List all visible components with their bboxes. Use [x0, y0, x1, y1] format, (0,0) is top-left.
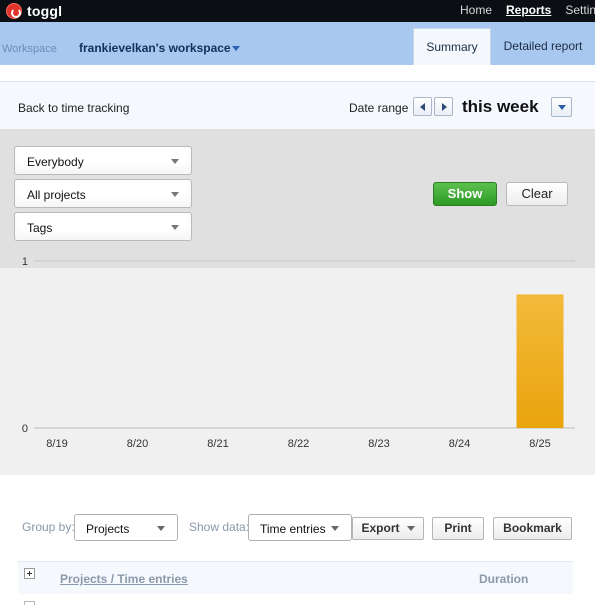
- x-tick-label: 8/25: [529, 438, 550, 450]
- chart-bar: [208, 427, 228, 428]
- nav-home-link[interactable]: Home: [460, 3, 492, 17]
- user-filter-value: Everybody: [27, 155, 84, 169]
- nav-settings-link[interactable]: Settin: [565, 3, 595, 17]
- show-data-label: Show data:: [189, 520, 250, 534]
- chevron-down-icon: [171, 159, 179, 164]
- next-period-button[interactable]: [434, 97, 453, 116]
- previous-period-button[interactable]: [413, 97, 432, 116]
- expand-all-icon[interactable]: [24, 568, 35, 579]
- report-controls: Group by: Projects Show data: Time entri…: [0, 475, 595, 605]
- group-by-label: Group by:: [22, 520, 75, 534]
- chart-bar: [288, 427, 309, 428]
- export-button[interactable]: Export: [352, 517, 424, 540]
- chart-bar: [47, 427, 67, 428]
- x-tick-label: 8/23: [368, 438, 389, 450]
- chart-bar: [449, 427, 470, 428]
- x-tick-label: 8/21: [207, 438, 228, 450]
- chevron-down-icon: [171, 225, 179, 230]
- chevron-down-icon: [157, 526, 165, 531]
- tag-filter-select[interactable]: Tags: [14, 212, 192, 241]
- tag-filter-value: Tags: [27, 221, 53, 235]
- current-period: this week: [462, 97, 539, 116]
- bar-chart: 0 1 8/19 8/20 8/21 8/22 8/23 8/24 8/25: [22, 256, 575, 450]
- x-tick-label: 8/20: [127, 438, 148, 450]
- table-row: [24, 601, 35, 605]
- y-tick-label: 1: [22, 256, 28, 268]
- toggl-logo-icon: [6, 3, 22, 19]
- top-nav: Home Reports Settin: [460, 3, 595, 17]
- logo-text: toggl: [27, 3, 63, 19]
- project-filter-select[interactable]: All projects: [14, 179, 192, 208]
- workspace-bar: Workspace frankievelkan's workspace Summ…: [0, 22, 595, 65]
- tab-detailed-report[interactable]: Detailed report: [491, 28, 595, 65]
- chevron-down-icon: [331, 526, 339, 531]
- chevron-down-icon: [171, 192, 179, 197]
- show-data-value: Time entries: [260, 522, 326, 536]
- show-button[interactable]: Show: [433, 182, 497, 206]
- show-data-select[interactable]: Time entries: [248, 514, 352, 541]
- arrow-left-icon: [420, 103, 425, 111]
- group-by-select[interactable]: Projects: [74, 514, 178, 541]
- x-tick-label: 8/22: [288, 438, 309, 450]
- chart-bar: [369, 427, 389, 428]
- export-label: Export: [361, 521, 400, 535]
- nav-reports-link[interactable]: Reports: [506, 3, 551, 17]
- date-range-dropdown-button[interactable]: [551, 97, 572, 117]
- x-tick-label: 8/24: [449, 438, 470, 450]
- print-button[interactable]: Print: [432, 517, 484, 540]
- top-navbar: toggl Home Reports Settin: [0, 0, 595, 22]
- workspace-selector[interactable]: frankievelkan's workspace: [79, 41, 231, 55]
- report-toolbar: Back to time tracking Date range this we…: [0, 81, 595, 129]
- column-header-projects[interactable]: Projects / Time entries: [60, 572, 188, 586]
- column-header-duration: Duration: [479, 572, 529, 586]
- user-filter-select[interactable]: Everybody: [14, 146, 192, 175]
- back-to-time-tracking-link[interactable]: Back to time tracking: [18, 101, 129, 115]
- workspace-dropdown-icon[interactable]: [232, 46, 240, 51]
- group-by-value: Projects: [86, 522, 130, 536]
- arrow-right-icon: [442, 103, 447, 111]
- tab-summary[interactable]: Summary: [413, 28, 491, 65]
- date-range-label: Date range: [349, 101, 409, 115]
- y-tick-label: 0: [22, 423, 28, 435]
- bookmark-button[interactable]: Bookmark: [493, 517, 572, 540]
- chart-bar: [516, 294, 564, 428]
- project-filter-value: All projects: [27, 188, 86, 202]
- clear-button[interactable]: Clear: [506, 182, 568, 206]
- workspace-label: Workspace: [2, 43, 57, 55]
- chart-bar: [127, 427, 148, 428]
- x-tick-label: 8/19: [46, 438, 67, 450]
- chevron-down-icon: [406, 526, 415, 532]
- table-header: Projects / Time entries Duration: [18, 561, 573, 594]
- filter-area: Everybody All projects Tags Show Clear: [0, 129, 595, 268]
- toggl-logo[interactable]: toggl: [6, 3, 62, 19]
